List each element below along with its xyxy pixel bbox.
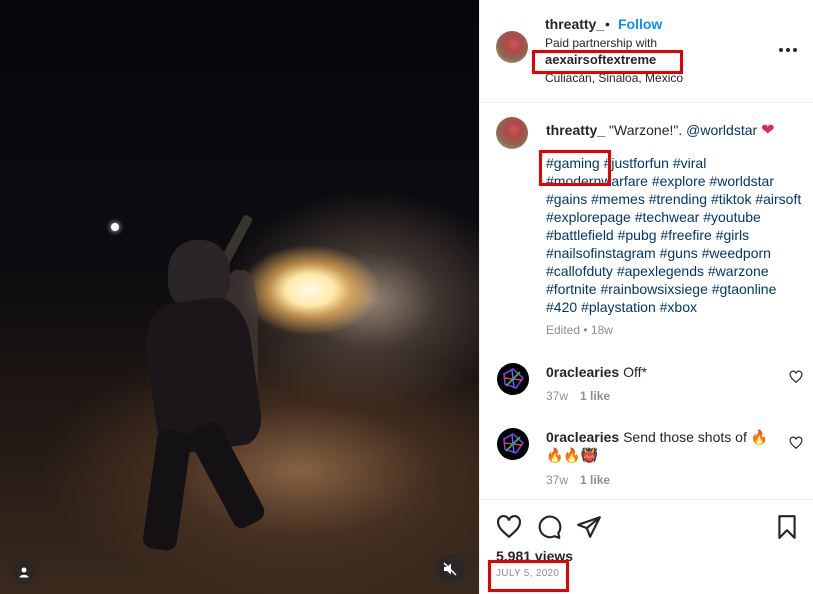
commenter-avatar[interactable]	[497, 428, 529, 460]
post-details-panel: threatty_ • Follow Paid partnership with…	[479, 0, 813, 594]
comment-username[interactable]: 0raclearies	[546, 364, 619, 380]
follow-button[interactable]: Follow	[618, 16, 662, 32]
caption-username[interactable]: threatty_	[546, 122, 605, 138]
caption-quote: "Warzone!".	[609, 122, 683, 138]
partner-link[interactable]: aexairsoftextreme	[545, 52, 656, 67]
video-frame	[0, 0, 479, 594]
heart-icon[interactable]	[789, 370, 803, 384]
owner-username[interactable]: threatty_	[545, 16, 604, 32]
heart-icon[interactable]	[789, 436, 803, 450]
separator-dot: •	[605, 16, 610, 32]
user-icon	[19, 567, 29, 578]
commenter-avatar[interactable]	[497, 363, 529, 395]
caption-meta: Edited • 18w	[546, 323, 613, 337]
heart-emoji: ❤	[761, 122, 775, 139]
mute-icon	[443, 562, 457, 576]
comment-age: 37w	[546, 389, 569, 403]
more-options-button[interactable]	[776, 38, 800, 62]
share-icon[interactable]	[576, 514, 602, 540]
moon	[111, 223, 119, 231]
comment-icon[interactable]	[536, 514, 562, 540]
caption-avatar[interactable]	[496, 117, 528, 149]
post-header: threatty_ • Follow Paid partnership with…	[480, 0, 813, 103]
comment-meta: 37w 1 like	[546, 473, 610, 487]
comment-body: 0raclearies Send those shots of 🔥 🔥🔥👹	[546, 428, 776, 464]
comment-age: 37w	[546, 473, 569, 487]
caption-mention[interactable]: @worldstar	[686, 122, 757, 138]
post-date[interactable]: JULY 5, 2020	[496, 568, 559, 579]
more-icon-dot	[786, 48, 790, 52]
comment-likes[interactable]: 1 like	[580, 473, 610, 487]
heart-icon[interactable]	[496, 514, 522, 540]
post-actions: 5,981 views JULY 5, 2020	[480, 499, 813, 594]
mute-button[interactable]	[436, 555, 464, 583]
commenter-logo-icon	[503, 433, 525, 454]
owner-avatar[interactable]	[496, 31, 528, 63]
comment-text: Off*	[623, 364, 647, 380]
comment-username[interactable]: 0raclearies	[546, 429, 619, 445]
comment-likes[interactable]: 1 like	[580, 389, 610, 403]
shooter-leg	[141, 428, 193, 552]
caption-first-line: threatty_ "Warzone!". @worldstar ❤	[546, 120, 774, 140]
commenter-logo-icon	[503, 368, 525, 389]
more-icon-dot	[793, 48, 797, 52]
post-media[interactable]	[0, 0, 479, 594]
comment-meta: 37w 1 like	[546, 389, 610, 403]
save-icon[interactable]	[774, 514, 800, 540]
highlight-box-hashtag	[539, 150, 611, 186]
more-icon	[779, 48, 783, 52]
paid-partnership-label: Paid partnership with	[545, 36, 658, 50]
tagged-users-button[interactable]	[12, 560, 36, 584]
comment-body: 0raclearies Off*	[546, 363, 776, 381]
